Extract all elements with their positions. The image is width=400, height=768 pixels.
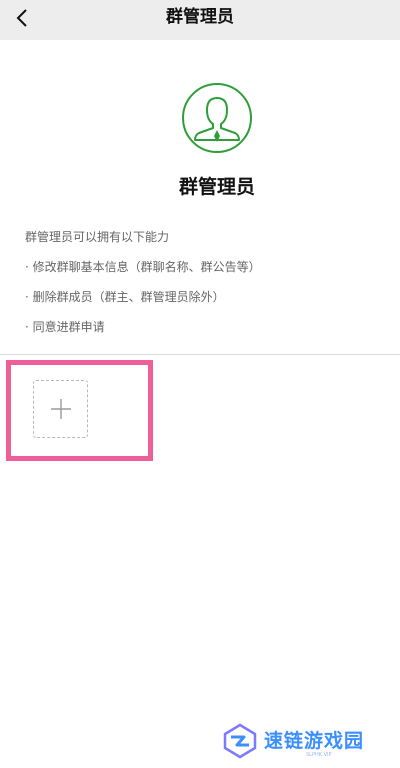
watermark-logo-icon <box>223 723 257 759</box>
abilities-intro: 群管理员可以拥有以下能力 <box>25 230 170 244</box>
ability-item: · 同意进群申请 <box>25 320 105 334</box>
divider <box>0 354 400 355</box>
nav-bar: 群管理员 <box>0 0 400 40</box>
page-title: 群管理员 <box>166 7 234 27</box>
watermark-subtext: SLPHK.VIP <box>306 752 332 758</box>
watermark-text: 速链游戏园 <box>264 729 365 752</box>
abilities-description: 群管理员可以拥有以下能力 · 修改群聊基本信息（群聊名称、群公告等） · 删除群… <box>25 222 385 342</box>
ability-item: · 修改群聊基本信息（群聊名称、群公告等） <box>25 260 261 274</box>
admin-avatar-icon <box>182 83 252 153</box>
plus-icon <box>50 399 71 419</box>
add-admin-button[interactable] <box>33 380 88 438</box>
ability-item: · 删除群成员（群主、群管理员除外） <box>25 290 225 304</box>
role-title: 群管理员 <box>178 176 255 198</box>
